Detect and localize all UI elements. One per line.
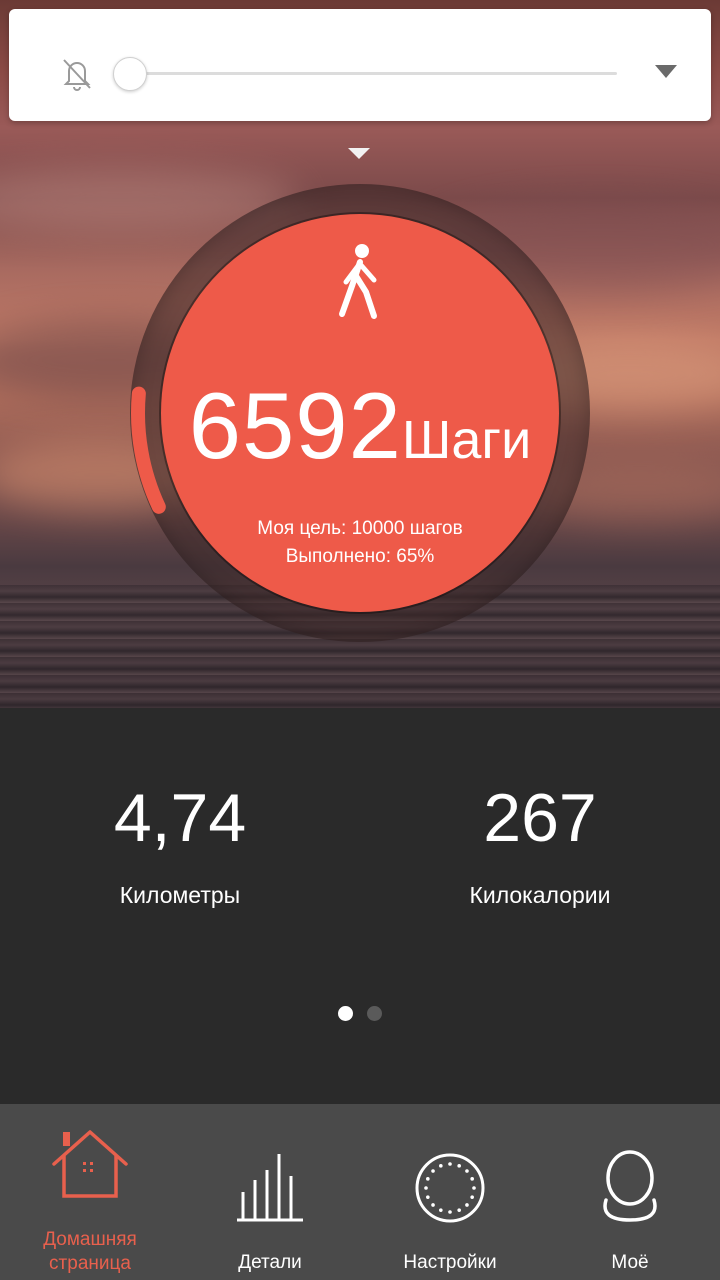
tab-home[interactable]: Домашняя страница bbox=[0, 1104, 180, 1280]
calories-label: Килокалории bbox=[469, 882, 611, 908]
goal-info: Моя цель: 10000 шагов Выполнено: 65% bbox=[0, 515, 720, 571]
calories-value: 267 bbox=[483, 780, 597, 856]
tab-details[interactable]: Детали bbox=[180, 1104, 360, 1280]
tab-settings-label: Настройки bbox=[403, 1252, 497, 1273]
bell-off-icon[interactable] bbox=[57, 53, 97, 93]
page-dot[interactable] bbox=[367, 1006, 382, 1021]
step-count: 6592Шаги bbox=[0, 372, 720, 480]
dotted-circle-icon bbox=[415, 1153, 485, 1223]
bottom-tab-bar: Домашняя страница Детали Настройки Моё bbox=[0, 1104, 720, 1280]
home-icon bbox=[52, 1130, 128, 1198]
step-count-unit: Шаги bbox=[401, 410, 532, 470]
volume-slider-thumb[interactable] bbox=[113, 57, 147, 91]
tab-mine-label: Моё bbox=[611, 1252, 649, 1273]
tab-home-label: Домашняя страница bbox=[43, 1229, 137, 1274]
tab-mine[interactable]: Моё bbox=[540, 1104, 720, 1280]
calories-stat: 267 Килокалории bbox=[390, 778, 690, 909]
tab-settings[interactable]: Настройки bbox=[360, 1104, 540, 1280]
page-indicator bbox=[0, 1006, 720, 1026]
distance-value: 4,74 bbox=[113, 780, 247, 856]
expand-chevron-icon[interactable] bbox=[655, 65, 677, 78]
goal-text: Моя цель: 10000 шагов bbox=[257, 518, 463, 539]
walking-person-icon bbox=[339, 244, 377, 319]
step-count-value: 6592 bbox=[188, 373, 402, 478]
sound-notification-panel bbox=[9, 9, 711, 121]
volume-slider-track[interactable] bbox=[129, 72, 617, 75]
page-dot-active[interactable] bbox=[338, 1006, 353, 1021]
stats-panel: 4,74 Километры 267 Килокалории bbox=[0, 708, 720, 1104]
distance-stat: 4,74 Километры bbox=[30, 778, 330, 909]
bar-chart-icon bbox=[237, 1154, 303, 1222]
dropdown-arrow-icon[interactable] bbox=[348, 148, 370, 159]
distance-label: Километры bbox=[119, 882, 241, 908]
user-icon bbox=[603, 1150, 657, 1222]
progress-text: Выполнено: 65% bbox=[285, 546, 435, 567]
tab-details-label: Детали bbox=[238, 1252, 302, 1273]
